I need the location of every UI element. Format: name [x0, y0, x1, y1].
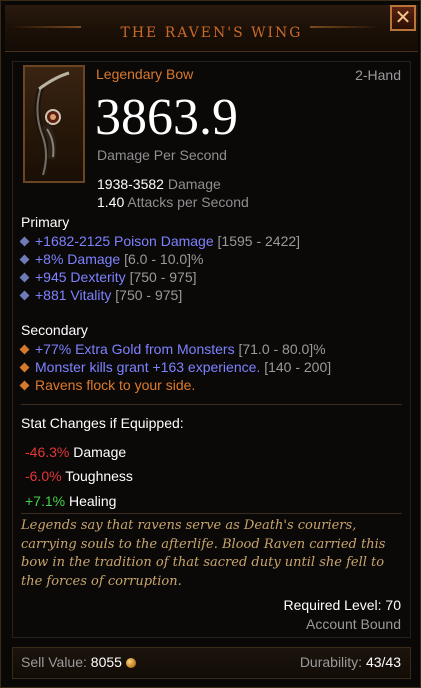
secondary-affix: +77% Extra Gold from Monsters [71.0 - 80…: [19, 340, 326, 358]
item-tooltip: THE RAVEN'S WING ✕ Legendary Bow 2-Hand …: [0, 0, 421, 688]
flavor-text: Legends say that ravens serve as Death's…: [21, 518, 386, 589]
sell-value: Sell Value: 8055: [21, 654, 136, 670]
affix-bullet-icon: [19, 380, 30, 391]
primary-affix: +945 Dexterity [750 - 975]: [19, 268, 197, 286]
stat-change-row: -6.0% Toughness: [25, 468, 133, 484]
attack-speed-label: Attacks per Second: [127, 194, 249, 210]
gold-coin-icon: [125, 658, 136, 668]
secondary-heading: Secondary: [21, 322, 88, 338]
affix-bullet-icon: [19, 344, 30, 355]
damage-line: 1938-3582 Damage: [97, 176, 221, 192]
close-button[interactable]: ✕: [390, 5, 416, 31]
affix-bullet-icon: [19, 290, 30, 301]
secondary-affix: Ravens flock to your side.: [19, 376, 195, 394]
divider: [21, 404, 402, 405]
binding-status: Account Bound: [306, 616, 401, 632]
item-portrait: [23, 65, 85, 183]
dps-label: Damage Per Second: [97, 147, 227, 163]
item-slot: 2-Hand: [355, 67, 401, 83]
tooltip-header: THE RAVEN'S WING: [5, 5, 418, 52]
affix-bullet-icon: [19, 236, 30, 247]
affix-bullet-icon: [19, 362, 30, 373]
damage-range: 1938-3582: [97, 176, 164, 192]
stat-change-row: +7.1% Healing: [25, 493, 117, 509]
stat-change-row: -46.3% Damage: [25, 444, 127, 460]
item-name: THE RAVEN'S WING: [120, 25, 303, 41]
item-rarity-type: Legendary Bow: [96, 66, 194, 82]
secondary-affix: Monster kills grant +163 experience. [14…: [19, 358, 331, 376]
primary-heading: Primary: [21, 214, 70, 230]
stat-changes-heading: Stat Changes if Equipped:: [21, 415, 184, 431]
damage-label: Damage: [167, 176, 221, 192]
durability: Durability: 43/43: [299, 654, 401, 670]
divider: [21, 513, 402, 514]
primary-affix: +881 Vitality [750 - 975]: [19, 286, 182, 304]
attack-speed-value: 1.40: [97, 194, 125, 210]
dps-value: 3863.9: [95, 89, 238, 146]
affix-bullet-icon: [19, 254, 30, 265]
affix-bullet-icon: [19, 272, 30, 283]
close-icon: ✕: [394, 7, 412, 29]
primary-affix: +8% Damage [6.0 - 10.0]%: [19, 250, 204, 268]
required-level: Required Level: 70: [283, 597, 401, 613]
attack-speed-line: 1.40 Attacks per Second: [97, 194, 249, 210]
primary-affix: +1682-2125 Poison Damage [1595 - 2422]: [19, 232, 300, 250]
bow-icon: [34, 71, 70, 176]
